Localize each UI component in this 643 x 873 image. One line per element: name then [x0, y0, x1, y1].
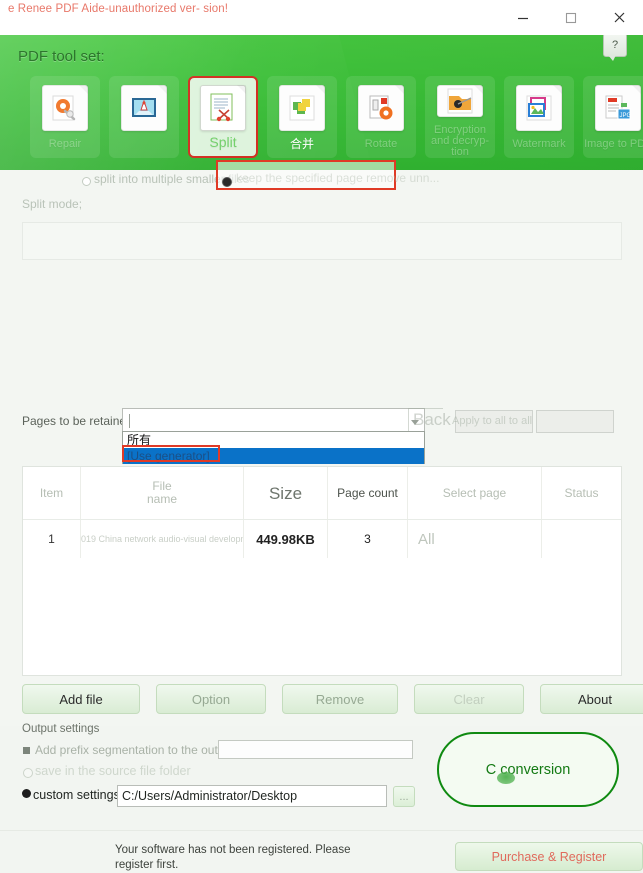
toolbar-header: PDF tool set: ? Repair Split 合并 Rotate E… [0, 35, 643, 170]
minimize-icon[interactable] [499, 0, 547, 35]
cell-select-page[interactable]: All [408, 520, 542, 558]
apply-to-all-label: Apply to all to all [452, 415, 533, 427]
add-prefix-checkbox[interactable] [23, 747, 30, 754]
tool-split[interactable]: Split [188, 76, 258, 158]
registration-message: Your software has not been registered. P… [115, 844, 351, 871]
column-header-item: Item [23, 467, 81, 519]
repair-gear-icon [42, 85, 88, 131]
column-header-file-name: File name [81, 467, 244, 519]
table-header-row: Item File name Size Page count Select pa… [23, 467, 621, 520]
footer-divider [0, 830, 643, 831]
column-header-select-page: Select page [408, 467, 542, 519]
pages-to-retain-label: Pages to be retained: [22, 414, 137, 428]
cell-item: 1 [23, 520, 81, 558]
pages-dropdown-list[interactable]: 所有 [Use generator] [122, 431, 425, 464]
app-window: e Renee PDF Aide-unauthorized ver- sion!… [0, 0, 643, 871]
split-option-a-radio[interactable] [82, 177, 91, 186]
tool-merge[interactable]: 合并 [267, 76, 337, 158]
split-option-b-label[interactable]: keep the specified page remove unn... [236, 171, 439, 185]
cell-file-name: 2019 China network audio-visual developm [81, 520, 244, 558]
cell-page-count: 3 [328, 520, 408, 558]
output-path-input[interactable]: C:/Users/Administrator/Desktop [117, 785, 387, 807]
optimization-rocket-icon [121, 85, 167, 131]
split-mode-label: Split mode; [22, 197, 83, 211]
tool-optimization[interactable] [109, 76, 179, 158]
column-header-size: Size [244, 467, 328, 519]
convert-decoration-icon [497, 772, 515, 784]
watermark-image-icon [516, 85, 562, 131]
dropdown-option-use-generator[interactable]: [Use generator] [123, 448, 424, 464]
clear-button[interactable]: Clear [414, 684, 524, 714]
text-caret [129, 414, 130, 428]
tool-repair[interactable]: Repair [30, 76, 100, 158]
tool-strip: Repair Split 合并 Rotate Encryption and de… [30, 76, 643, 158]
window-title: e Renee PDF Aide-unauthorized ver- sion! [8, 3, 229, 15]
pages-to-retain-input[interactable] [122, 408, 425, 433]
column-header-file-name-line2: name [146, 492, 178, 506]
add-file-button[interactable]: Add file [22, 684, 140, 714]
tool-label: 合并 [289, 137, 314, 151]
tool-rotate[interactable]: Rotate [346, 76, 416, 158]
page-title: PDF tool set: [18, 48, 105, 65]
custom-settings-label: custom settings [33, 788, 120, 802]
split-mode-row: Split mode; [22, 195, 622, 215]
tool-label: Watermark [512, 138, 566, 150]
cell-status [542, 520, 621, 558]
split-option-b-radio[interactable] [222, 177, 232, 187]
option-button[interactable]: Option [156, 684, 266, 714]
tool-label: Image to PDF [584, 138, 643, 150]
convert-button[interactable]: C conversion [437, 732, 619, 807]
browse-folder-button[interactable]: ... [393, 786, 415, 807]
window-titlebar: e Renee PDF Aide-unauthorized ver- sion! [0, 0, 643, 35]
purchase-register-button[interactable]: Purchase & Register [455, 842, 643, 871]
save-in-source-folder-radio[interactable] [23, 768, 33, 778]
action-button-row: Add file Option Remove Clear About [22, 684, 643, 714]
tool-image-to-pdf[interactable]: JPG Image to PDF [583, 76, 643, 158]
cell-size: 449.98KB [244, 520, 328, 558]
column-header-file-name-line1: File [152, 479, 172, 493]
save-in-source-folder-label: save in the source file folder [35, 764, 191, 778]
dropdown-option-all[interactable]: 所有 [123, 432, 424, 448]
column-header-page-count: Page count [328, 467, 408, 519]
tool-encryption[interactable]: Encryption and decryp-tion [425, 76, 495, 158]
file-table: Item File name Size Page count Select pa… [22, 466, 622, 676]
maximize-icon[interactable] [547, 0, 595, 35]
split-settings-group [22, 222, 622, 260]
prefix-input[interactable] [218, 740, 413, 759]
back-button-label[interactable]: Back [413, 410, 451, 430]
column-header-status: Status [564, 485, 599, 500]
tool-label: Repair [48, 138, 82, 150]
apply-button-right[interactable] [536, 410, 614, 433]
main-panel: Split mode; split into multiple smaller … [0, 160, 643, 871]
close-icon[interactable] [595, 0, 643, 35]
remove-button[interactable]: Remove [282, 684, 398, 714]
window-controls [499, 0, 643, 35]
custom-settings-radio[interactable] [22, 789, 31, 798]
rotate-icon [358, 85, 404, 131]
output-settings-title: Output settings [22, 723, 100, 735]
encryption-lock-icon [437, 85, 483, 117]
help-icon[interactable]: ? [603, 35, 627, 61]
table-row[interactable]: 1 2019 China network audio-visual develo… [23, 520, 621, 558]
about-button[interactable]: About [540, 684, 643, 714]
merge-puzzle-icon [279, 85, 325, 131]
tool-label: Rotate [364, 138, 398, 150]
split-scissors-icon [200, 85, 246, 131]
image-to-pdf-icon: JPG [595, 85, 641, 131]
tool-watermark[interactable]: Watermark [504, 76, 574, 158]
tool-label: Encryption and decryp-tion [430, 124, 490, 158]
svg-text:JPG: JPG [620, 113, 632, 119]
tool-label: Split [209, 134, 237, 150]
